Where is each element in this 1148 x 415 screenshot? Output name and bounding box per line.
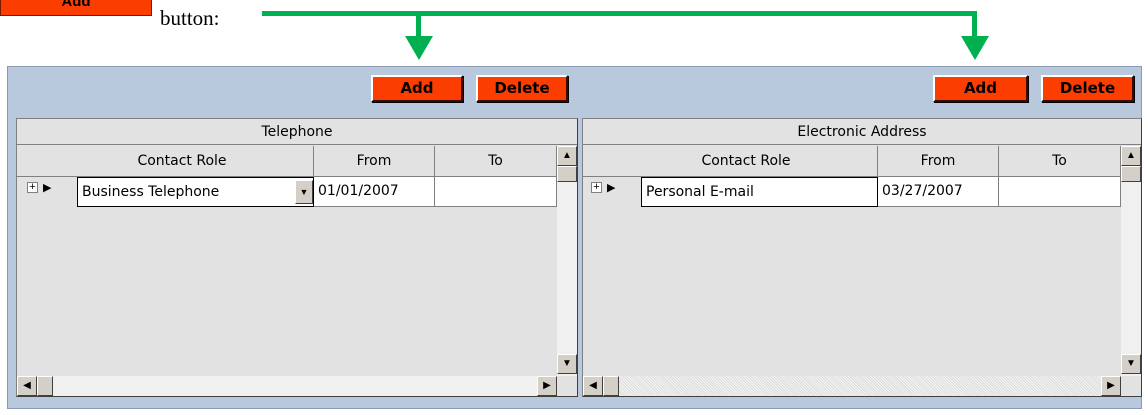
electronic-delete-button[interactable]: Delete [1041, 75, 1134, 102]
plus-box-icon[interactable]: + [591, 182, 602, 193]
row-header-spacer [583, 146, 615, 177]
telephone-grid: Telephone Contact Role From To + ▶ Busin… [16, 118, 578, 397]
column-header-to[interactable]: To [435, 146, 557, 177]
electronic-add-button[interactable]: Add [933, 75, 1028, 102]
contact-role-cell[interactable]: Personal E-mail [641, 177, 878, 207]
to-cell[interactable] [435, 177, 557, 207]
horizontal-scrollbar[interactable]: ◀ ▶ [17, 376, 557, 396]
column-header-contact-role[interactable]: Contact Role [615, 146, 878, 177]
from-cell[interactable]: 01/01/2007 [314, 177, 435, 207]
row-header-spacer [17, 146, 51, 177]
column-header-from[interactable]: From [878, 146, 999, 177]
annotation-add-button: Add [0, 0, 152, 16]
scroll-down-icon[interactable]: ▼ [557, 354, 577, 374]
grid-title: Telephone [17, 119, 577, 145]
from-cell[interactable]: 03/27/2007 [878, 177, 999, 207]
vertical-scrollbar[interactable]: ▲ ▼ [1121, 146, 1141, 376]
telephone-add-button[interactable]: Add [371, 75, 463, 102]
column-header-from[interactable]: From [314, 146, 435, 177]
vertical-scrollbar[interactable]: ▲ ▼ [557, 146, 577, 376]
column-header-contact-role[interactable]: Contact Role [51, 146, 314, 177]
row-pointer-icon: ▶ [607, 182, 616, 194]
scroll-up-icon[interactable]: ▲ [1121, 146, 1141, 166]
scroll-up-icon[interactable]: ▲ [557, 146, 577, 166]
annotation-text: button: [160, 6, 220, 30]
dropdown-arrow-icon[interactable]: ▼ [295, 180, 313, 204]
scroll-thumb[interactable] [603, 376, 619, 396]
column-header-to[interactable]: To [999, 146, 1121, 177]
plus-box-icon[interactable]: + [27, 182, 38, 193]
row-pointer-icon: ▶ [43, 182, 52, 194]
scroll-down-icon[interactable]: ▼ [1121, 354, 1141, 374]
scroll-thumb[interactable] [557, 166, 577, 182]
scroll-thumb[interactable] [37, 376, 53, 396]
horizontal-scrollbar[interactable]: ◀ ▶ [583, 376, 1121, 396]
electronic-address-grid: Electronic Address Contact Role From To … [582, 118, 1142, 397]
scroll-left-icon[interactable]: ◀ [17, 376, 37, 396]
contact-role-cell[interactable]: Business Telephone [77, 177, 314, 207]
scroll-right-icon[interactable]: ▶ [537, 376, 557, 396]
scroll-left-icon[interactable]: ◀ [583, 376, 603, 396]
grid-title: Electronic Address [583, 119, 1141, 145]
to-cell[interactable] [999, 177, 1121, 207]
arrow-down-icon [961, 36, 989, 60]
telephone-delete-button[interactable]: Delete [476, 75, 568, 102]
scroll-right-icon[interactable]: ▶ [1101, 376, 1121, 396]
scroll-thumb[interactable] [1121, 166, 1141, 182]
arrow-down-icon [405, 36, 433, 60]
